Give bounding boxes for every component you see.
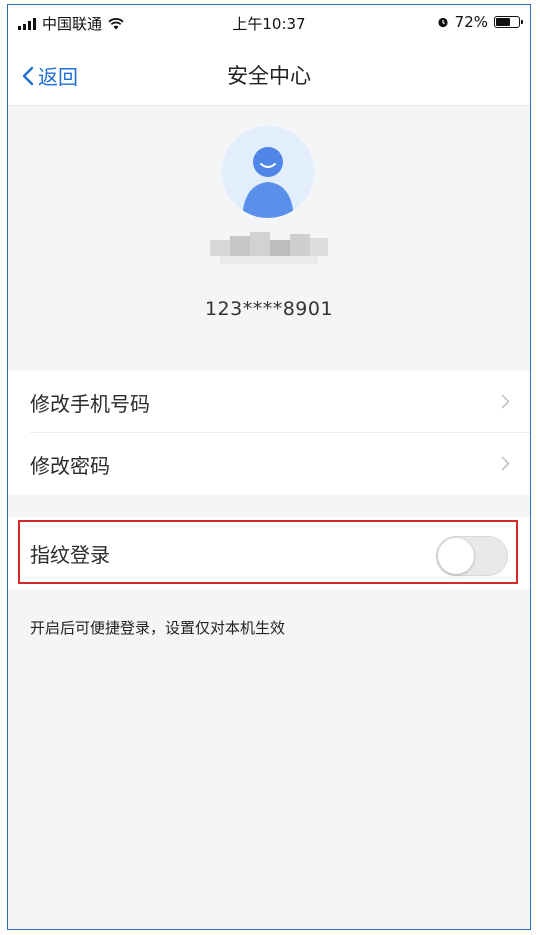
avatar [222, 126, 314, 218]
nav-bar: 返回 安全中心 [8, 41, 530, 106]
chevron-right-icon [501, 394, 510, 409]
alarm-icon [438, 17, 448, 28]
page-title: 安全中心 [227, 64, 311, 88]
battery-percent: 72% [454, 13, 488, 31]
status-bar: 中国联通 上午10:37 72% [8, 5, 530, 41]
profile-section: 123****8901 [8, 106, 530, 372]
fingerprint-hint: 开启后可便捷登录，设置仅对本机生效 [30, 619, 286, 637]
change-phone-label: 修改手机号码 [30, 391, 150, 416]
change-phone-row[interactable]: 修改手机号码 [8, 371, 530, 433]
chevron-right-icon [501, 456, 510, 471]
masked-phone-number: 123****8901 [204, 298, 334, 320]
app-frame: 中国联通 上午10:37 72% 返回 安全中心 123****8901 修改手… [7, 4, 531, 930]
status-right: 72% [437, 13, 523, 31]
battery-icon [494, 16, 523, 28]
change-password-label: 修改密码 [30, 453, 110, 478]
highlight-box [18, 520, 518, 584]
username-blurred [210, 226, 328, 268]
change-password-row[interactable]: 修改密码 [8, 433, 530, 495]
account-settings-group: 修改手机号码 修改密码 [8, 371, 530, 495]
user-icon [222, 126, 314, 218]
